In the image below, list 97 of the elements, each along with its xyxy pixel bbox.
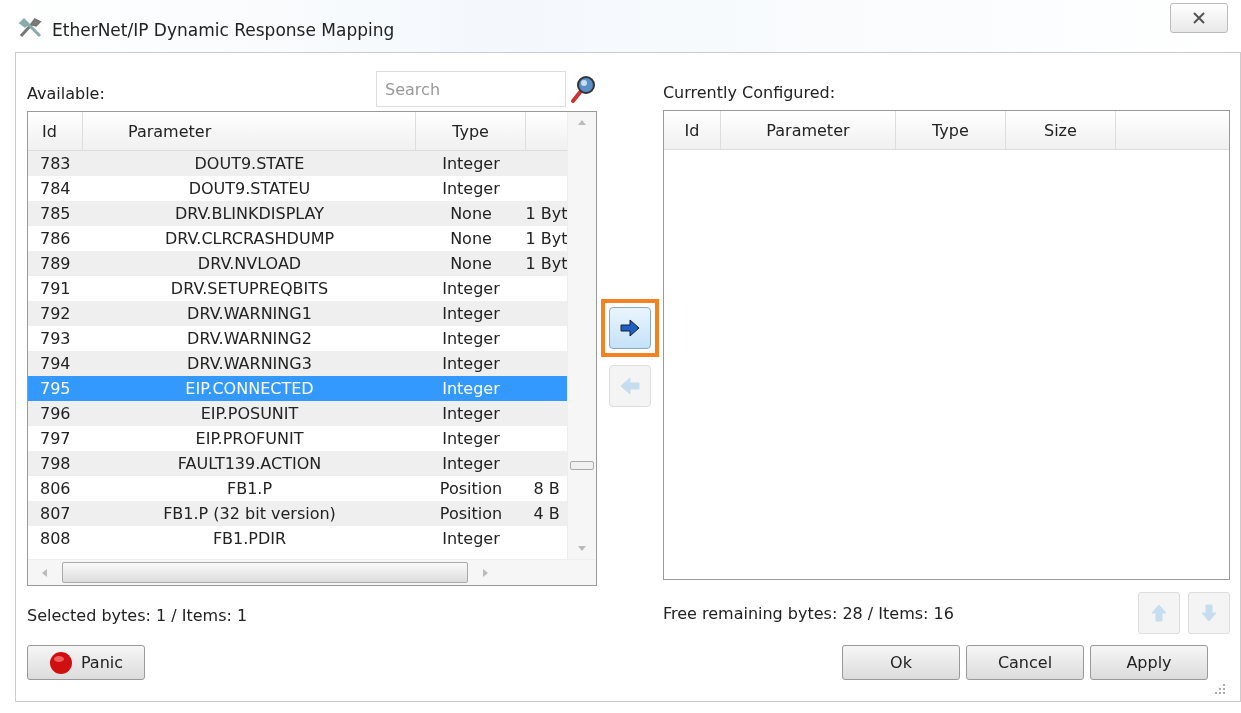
table-cell: EIP.PROFUNIT [195, 429, 304, 448]
scroll-thumb[interactable] [62, 562, 468, 583]
table-cell: 797 [40, 429, 71, 448]
table-cell: 796 [40, 404, 71, 423]
table-row[interactable]: 807 FB1.P (32 bit version) Position 4 B [28, 501, 568, 526]
table-cell: 798 [40, 454, 71, 473]
close-button[interactable] [1170, 3, 1228, 33]
table-cell: 783 [40, 154, 71, 173]
search-field[interactable]: Search [376, 71, 567, 107]
apply-button[interactable]: Apply [1090, 645, 1208, 680]
table-cell: 784 [40, 179, 71, 198]
table-cell: DRV.WARNING1 [187, 304, 312, 323]
table-cell: 793 [40, 329, 71, 348]
search-icon[interactable] [569, 74, 598, 104]
table-cell: 789 [40, 254, 71, 273]
table-cell: Integer [442, 529, 500, 548]
table-cell: FB1.PDIR [212, 529, 287, 548]
table-cell: Integer [442, 179, 500, 198]
configured-label: Currently Configured: [662, 83, 836, 103]
table-cell: DOUT9.STATE [194, 154, 305, 173]
table-cell: 1 Byt [526, 229, 567, 248]
table-cell: None [450, 254, 492, 273]
table-cell: 786 [40, 229, 71, 248]
close-icon [1192, 12, 1206, 24]
table-cell: DRV.BLINKDISPLAY [174, 204, 325, 223]
column-header: Type [416, 112, 526, 150]
table-cell: 795 [40, 379, 71, 398]
table-row[interactable]: 796 EIP.POSUNIT Integer [28, 401, 568, 426]
horizontal-scrollbar[interactable] [28, 559, 597, 585]
table-cell: 4 B [533, 504, 560, 523]
table-cell: 1 Byt [526, 204, 567, 223]
vertical-scrollbar[interactable] [567, 112, 597, 559]
table-cell: FAULT139.ACTION [177, 454, 322, 473]
table-cell: DRV.WARNING3 [187, 354, 312, 373]
table-cell: Integer [442, 329, 500, 348]
down-arrow-icon [1201, 604, 1217, 622]
scroll-thumb[interactable] [570, 461, 595, 470]
column-header: Size [1005, 111, 1116, 150]
up-arrow-icon [1151, 604, 1167, 622]
available-label: Available: [27, 83, 105, 103]
free-bytes-text: Free remaining bytes: 28 / Items: 16 [662, 603, 954, 623]
table-cell: DOUT9.STATEU [188, 179, 311, 198]
column-header: Parameter [83, 112, 416, 150]
window-title: EtherNet/IP Dynamic Response Mapping [52, 20, 396, 40]
table-cell: Integer [442, 154, 500, 173]
add-button[interactable] [609, 307, 651, 349]
table-cell: Integer [442, 354, 500, 373]
scroll-down-icon[interactable] [577, 545, 588, 553]
table-cell: FB1.P (32 bit version) [163, 504, 336, 523]
table-cell: 808 [40, 529, 71, 548]
table-cell: DRV.WARNING2 [187, 329, 312, 348]
tools-icon [18, 17, 44, 39]
table-cell: 792 [40, 304, 71, 323]
cancel-button[interactable]: Cancel [966, 645, 1084, 680]
table-cell: Position [439, 479, 503, 498]
ok-button[interactable]: Ok [842, 645, 960, 680]
resize-grip-icon[interactable] [1214, 683, 1226, 695]
table-row[interactable]: 785 DRV.BLINKDISPLAY None 1 Byt [28, 201, 568, 226]
table-row[interactable]: 783 DOUT9.STATE Integer [28, 151, 568, 176]
table-cell: 806 [40, 479, 71, 498]
table-row[interactable]: 794 DRV.WARNING3 Integer [28, 351, 568, 376]
table-cell: Integer [442, 304, 500, 323]
scroll-right-icon[interactable] [482, 567, 490, 578]
scroll-up-icon[interactable] [577, 118, 588, 126]
panic-button[interactable]: Panic [27, 645, 145, 680]
table-cell: 807 [40, 504, 71, 523]
right-arrow-icon [619, 319, 641, 337]
table-cell: EIP.CONNECTED [185, 379, 314, 398]
table-cell: None [450, 229, 492, 248]
selected-bytes-text: Selected bytes: 1 / Items: 1 [27, 606, 249, 625]
table-cell: EIP.POSUNIT [200, 404, 299, 423]
table-cell: Integer [442, 379, 500, 398]
table-row[interactable]: 792 DRV.WARNING1 Integer [28, 301, 568, 326]
table-cell: 794 [40, 354, 71, 373]
table-cell: Integer [442, 279, 500, 298]
table-row[interactable]: 798 FAULT139.ACTION Integer [28, 451, 568, 476]
table-cell: None [450, 204, 492, 223]
table-cell: 785 [40, 204, 71, 223]
column-header: Type [895, 111, 1006, 150]
table-cell: 791 [40, 279, 71, 298]
table-cell: DRV.NVLOAD [197, 254, 302, 273]
table-row[interactable]: 789 DRV.NVLOAD None 1 Byt [28, 251, 568, 276]
table-cell: 8 B [533, 479, 560, 498]
column-header: Id [663, 111, 721, 150]
table-cell: DRV.SETUPREQBITS [170, 279, 329, 298]
table-cell: FB1.P [226, 479, 273, 498]
column-header: Parameter [720, 111, 896, 150]
scroll-left-icon[interactable] [40, 567, 48, 578]
table-cell: 1 Byt [526, 254, 567, 273]
ball-icon [48, 650, 73, 675]
table-cell: DRV.CLRCRASHDUMP [164, 229, 335, 248]
table-cell: Position [439, 504, 503, 523]
table-cell: Integer [442, 404, 500, 423]
column-header: Id [28, 112, 83, 150]
table-cell: Integer [442, 429, 500, 448]
left-arrow-icon [619, 377, 641, 395]
table-cell: Integer [442, 454, 500, 473]
